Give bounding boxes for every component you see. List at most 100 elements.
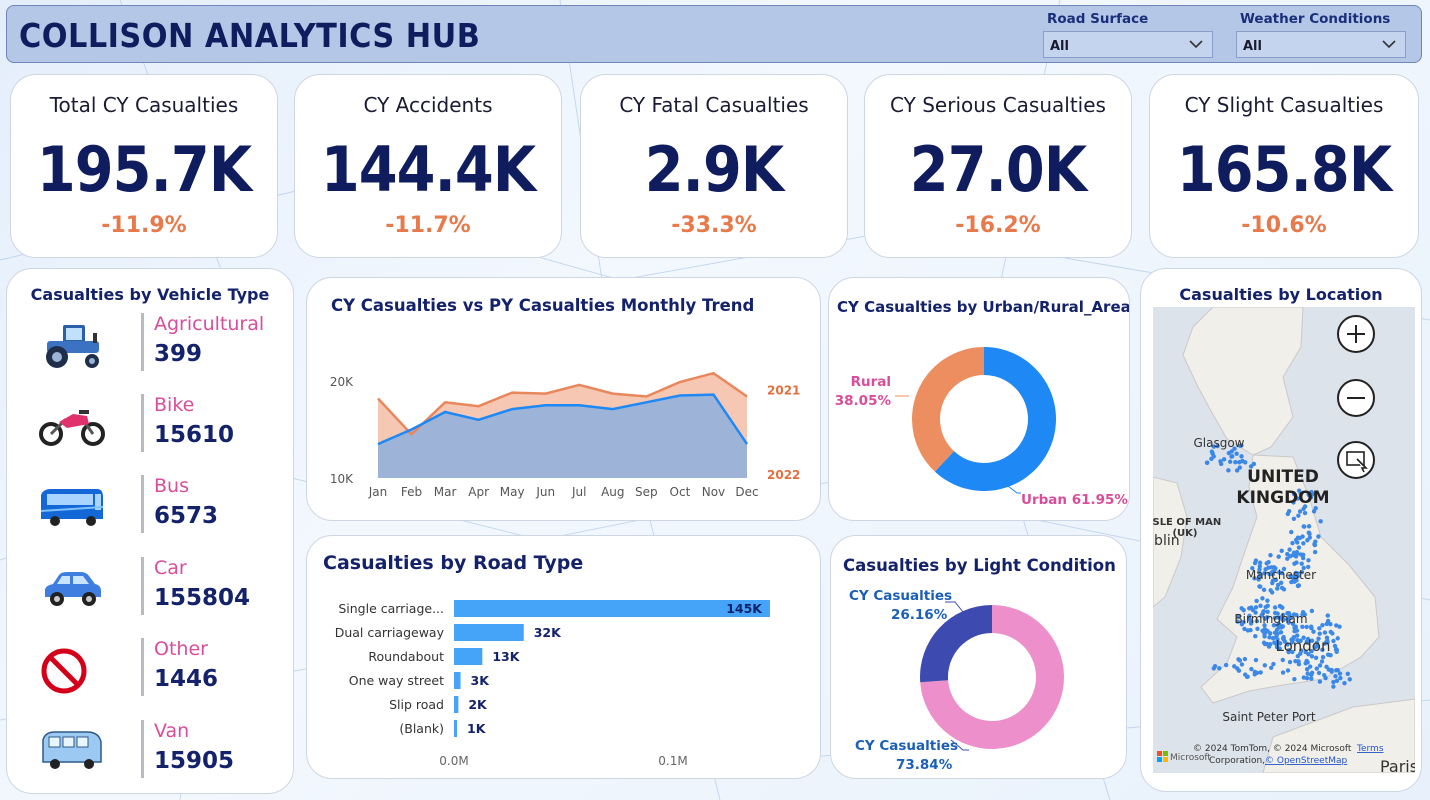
- map-point[interactable]: [1317, 631, 1322, 636]
- map-point[interactable]: [1311, 629, 1316, 634]
- map-point[interactable]: [1317, 663, 1323, 668]
- map-point[interactable]: [1251, 461, 1257, 467]
- map-point[interactable]: [1260, 596, 1265, 601]
- map-point[interactable]: [1253, 634, 1258, 639]
- map-point[interactable]: [1289, 529, 1294, 535]
- map-point[interactable]: [1332, 643, 1338, 649]
- map-point[interactable]: [1242, 656, 1248, 662]
- zoom-in-button[interactable]: [1337, 315, 1375, 353]
- map-point[interactable]: [1253, 605, 1259, 610]
- map-point[interactable]: [1308, 624, 1314, 629]
- map-point[interactable]: [1244, 674, 1250, 680]
- map-point[interactable]: [1223, 662, 1229, 668]
- map-point[interactable]: [1249, 605, 1254, 610]
- map-point[interactable]: [1276, 554, 1281, 559]
- map-point[interactable]: [1279, 585, 1285, 591]
- map-point[interactable]: [1347, 677, 1352, 682]
- map-point[interactable]: [1280, 670, 1286, 675]
- map-point[interactable]: [1300, 534, 1305, 539]
- map-point[interactable]: [1272, 605, 1278, 610]
- weather-conditions-dropdown[interactable]: All: [1236, 31, 1406, 58]
- map-point[interactable]: [1221, 457, 1227, 462]
- map-point[interactable]: [1275, 586, 1280, 591]
- map-point[interactable]: [1335, 636, 1340, 641]
- map-point[interactable]: [1309, 608, 1315, 614]
- map-point[interactable]: [1265, 598, 1270, 603]
- map-point[interactable]: [1337, 671, 1343, 676]
- map-point[interactable]: [1232, 664, 1237, 669]
- map-point[interactable]: [1314, 666, 1320, 671]
- map-point[interactable]: [1307, 535, 1313, 540]
- map-point[interactable]: [1306, 530, 1312, 535]
- map-point[interactable]: [1287, 547, 1292, 552]
- map-point[interactable]: [1255, 626, 1260, 631]
- map-point[interactable]: [1258, 603, 1263, 609]
- bar[interactable]: [454, 672, 461, 689]
- map-point[interactable]: [1265, 603, 1270, 609]
- map-point[interactable]: [1304, 658, 1309, 664]
- map-point[interactable]: [1234, 468, 1240, 473]
- map-point[interactable]: [1239, 454, 1244, 459]
- map-point[interactable]: [1302, 524, 1307, 529]
- bar[interactable]: [454, 600, 770, 617]
- map-point[interactable]: [1325, 613, 1330, 618]
- map-point[interactable]: [1262, 663, 1268, 668]
- map-point[interactable]: [1329, 667, 1334, 673]
- map-point[interactable]: [1236, 657, 1241, 662]
- map-point[interactable]: [1279, 548, 1284, 554]
- map-point[interactable]: [1309, 676, 1314, 681]
- map-point[interactable]: [1304, 666, 1310, 672]
- road-surface-dropdown[interactable]: All: [1043, 31, 1213, 58]
- map-point[interactable]: [1322, 630, 1328, 635]
- zoom-out-button[interactable]: [1337, 379, 1375, 417]
- map-point[interactable]: [1249, 666, 1254, 672]
- map-point[interactable]: [1306, 524, 1312, 529]
- map-point[interactable]: [1291, 550, 1297, 555]
- map-point[interactable]: [1229, 454, 1234, 459]
- map-point[interactable]: [1242, 626, 1247, 632]
- map-point[interactable]: [1271, 661, 1276, 667]
- map-point[interactable]: [1257, 560, 1263, 565]
- map-point[interactable]: [1338, 675, 1343, 681]
- map-point[interactable]: [1301, 541, 1306, 546]
- map-point[interactable]: [1295, 540, 1300, 545]
- map-point[interactable]: [1204, 460, 1210, 465]
- map-point[interactable]: [1227, 459, 1233, 464]
- map-point[interactable]: [1261, 640, 1267, 645]
- map-point[interactable]: [1290, 540, 1295, 546]
- map-point[interactable]: [1334, 668, 1339, 673]
- map-point[interactable]: [1296, 545, 1302, 550]
- map-point[interactable]: [1292, 676, 1297, 682]
- donut-slice[interactable]: [912, 347, 984, 472]
- map-point[interactable]: [1319, 659, 1325, 664]
- map-point[interactable]: [1309, 670, 1315, 675]
- bar[interactable]: [454, 696, 459, 713]
- map-point[interactable]: [1288, 553, 1293, 559]
- bar[interactable]: [454, 624, 524, 641]
- map-point[interactable]: [1277, 603, 1283, 609]
- map-view[interactable]: Glasgow UNITED KINGDOM ISLE OF MAN (UK) …: [1153, 307, 1415, 773]
- map-point[interactable]: [1291, 516, 1297, 522]
- map-point[interactable]: [1287, 659, 1293, 665]
- map-point[interactable]: [1252, 560, 1258, 566]
- map-point[interactable]: [1212, 663, 1218, 669]
- map-point[interactable]: [1316, 670, 1322, 676]
- map-point[interactable]: [1239, 662, 1245, 667]
- map-point[interactable]: [1312, 542, 1318, 548]
- map-point[interactable]: [1334, 623, 1339, 628]
- map-point[interactable]: [1299, 561, 1304, 566]
- map-point[interactable]: [1217, 666, 1222, 671]
- map-point[interactable]: [1342, 680, 1347, 686]
- map-point[interactable]: [1258, 584, 1263, 589]
- map-point[interactable]: [1226, 468, 1231, 473]
- map-point[interactable]: [1334, 678, 1340, 684]
- map-point[interactable]: [1268, 665, 1274, 670]
- bar[interactable]: [454, 648, 483, 665]
- map-point[interactable]: [1234, 451, 1239, 456]
- map-point[interactable]: [1304, 676, 1310, 681]
- map-point[interactable]: [1328, 629, 1333, 635]
- map-point[interactable]: [1280, 657, 1285, 663]
- map-point[interactable]: [1260, 628, 1265, 633]
- map-point[interactable]: [1218, 461, 1224, 467]
- map-point[interactable]: [1268, 552, 1273, 558]
